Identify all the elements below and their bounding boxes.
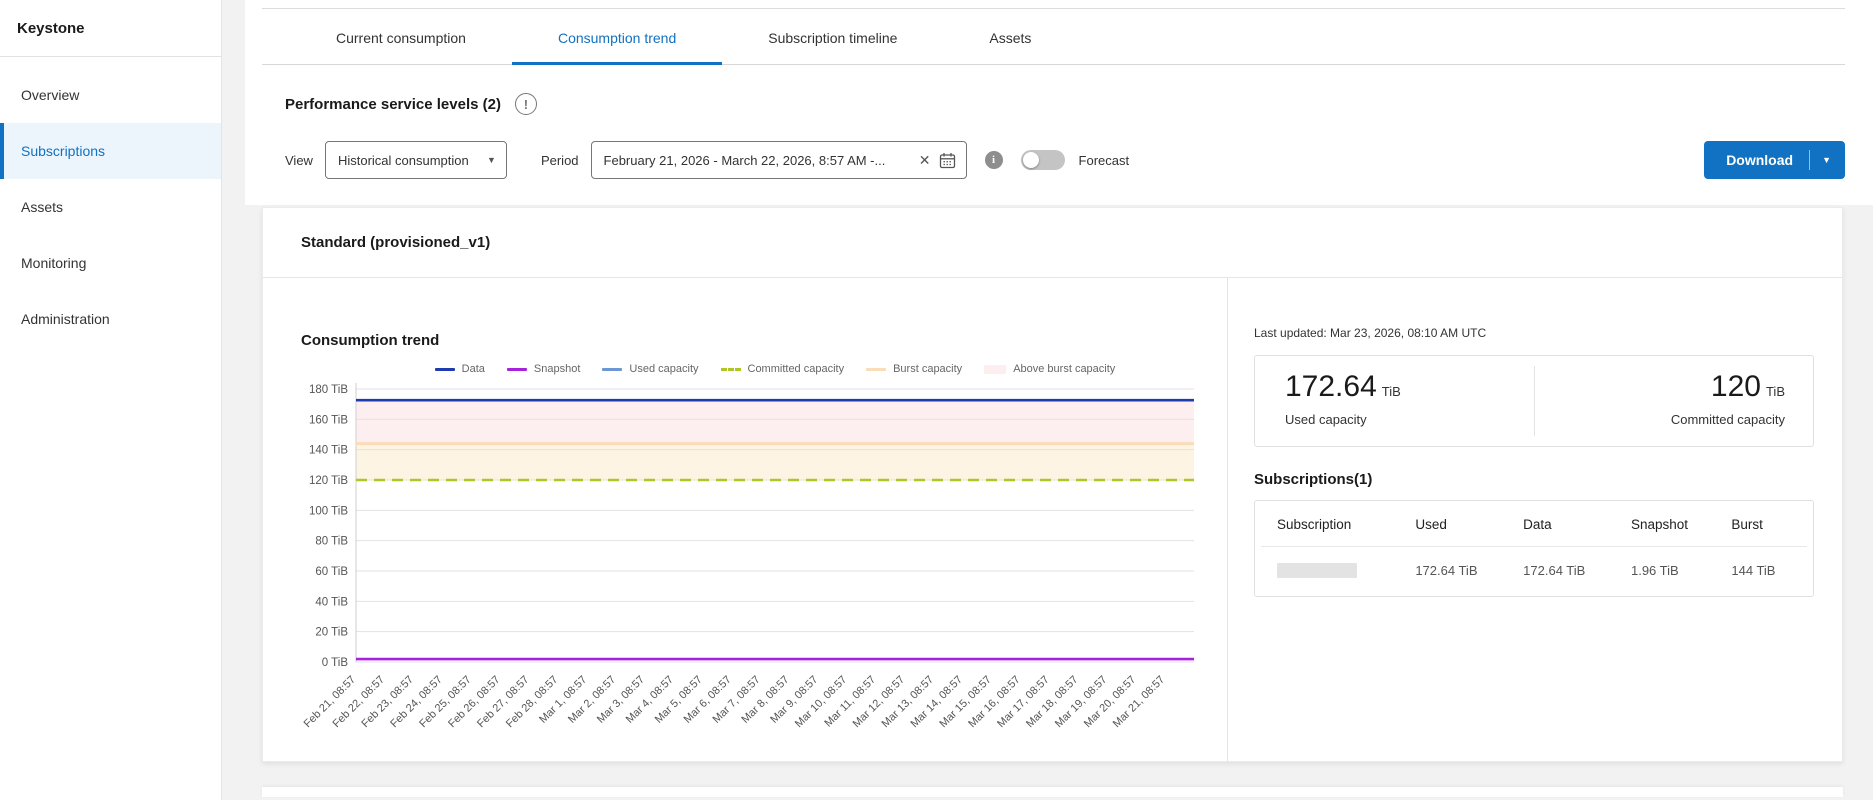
- tab-subscription-timeline[interactable]: Subscription timeline: [722, 9, 943, 65]
- y-tick-label: 0 TiB: [322, 657, 349, 669]
- legend-swatch: [507, 368, 527, 371]
- legend-label: Committed capacity: [748, 363, 845, 375]
- legend-label: Used capacity: [629, 363, 698, 375]
- y-tick-label: 180 TiB: [309, 384, 348, 396]
- table-row: 172.64 TiB172.64 TiB1.96 TiB144 TiB: [1261, 547, 1807, 597]
- cell-data: 172.64 TiB: [1517, 547, 1625, 597]
- y-tick-label: 20 TiB: [315, 627, 348, 639]
- y-tick-label: 140 TiB: [309, 445, 348, 457]
- legend-label: Above burst capacity: [1013, 363, 1115, 375]
- download-label: Download: [1726, 152, 1793, 168]
- cell-snapshot: 1.96 TiB: [1625, 547, 1725, 597]
- legend-item-snapshot[interactable]: Snapshot: [507, 363, 580, 375]
- sidebar-item-overview[interactable]: Overview: [0, 67, 221, 123]
- y-tick-label: 60 TiB: [315, 566, 348, 578]
- above-burst-region: [356, 400, 1194, 443]
- sidebar-item-monitoring[interactable]: Monitoring: [0, 235, 221, 291]
- section-title: Performance service levels (2): [285, 96, 501, 113]
- main-area: Current consumptionConsumption trendSubs…: [222, 0, 1873, 800]
- y-tick-label: 100 TiB: [309, 505, 348, 517]
- info-icon[interactable]: i: [985, 151, 1003, 169]
- used-capacity-unit: TiB: [1382, 384, 1401, 399]
- committed-capacity-label: Committed capacity: [1565, 412, 1786, 427]
- used-capacity-value: 172.64: [1285, 370, 1377, 403]
- redacted-subscription-name: [1277, 563, 1357, 578]
- legend-label: Snapshot: [534, 363, 580, 375]
- column-header-data: Data: [1517, 501, 1625, 547]
- chart-section: Consumption trend Data Snapshot Used capac…: [263, 278, 1228, 761]
- calendar-icon[interactable]: [939, 152, 956, 169]
- download-menu-caret-icon[interactable]: ▼: [1822, 155, 1831, 165]
- column-header-snapshot: Snapshot: [1625, 501, 1725, 547]
- y-tick-label: 160 TiB: [309, 414, 348, 426]
- top-panel: Current consumptionConsumption trendSubs…: [245, 0, 1873, 205]
- consumption-trend-chart: 0 TiB 20 TiB 40 TiB 60 TiB 80 TiB 100 TiB 120 …: [263, 375, 1213, 750]
- sidebar-item-assets[interactable]: Assets: [0, 179, 221, 235]
- tab-consumption-trend[interactable]: Consumption trend: [512, 9, 722, 65]
- button-divider: [1809, 150, 1810, 170]
- forecast-toggle[interactable]: [1021, 150, 1065, 170]
- used-capacity-stat: 172.64 TiB Used capacity: [1255, 356, 1534, 446]
- brand-title: Keystone: [0, 0, 221, 57]
- legend-swatch: [721, 368, 741, 371]
- next-section-edge: [262, 787, 1843, 797]
- period-value: February 21, 2026 - March 22, 2026, 8:57…: [604, 153, 911, 168]
- view-label: View: [285, 153, 313, 168]
- committed-capacity-unit: TiB: [1766, 384, 1785, 399]
- subscriptions-title: Subscriptions(1): [1254, 471, 1814, 488]
- committed-capacity-value: 120: [1711, 370, 1761, 403]
- top-divider: [262, 0, 1845, 9]
- subscriptions-table: SubscriptionUsedDataSnapshotBurst 172.64…: [1254, 500, 1814, 597]
- burst-region: [356, 444, 1194, 480]
- forecast-label: Forecast: [1079, 153, 1130, 168]
- cell-used: 172.64 TiB: [1409, 547, 1517, 597]
- view-select-value: Historical consumption: [338, 153, 487, 168]
- cell-burst: 144 TiB: [1725, 547, 1807, 597]
- alert-info-icon[interactable]: !: [515, 93, 537, 115]
- legend-item-committed-capacity[interactable]: Committed capacity: [721, 363, 845, 375]
- chart-legend: Data Snapshot Used capacity Committed capac…: [356, 363, 1194, 375]
- download-button[interactable]: Download ▼: [1704, 141, 1845, 179]
- capacity-stats-card: 172.64 TiB Used capacity 120 TiB Committed…: [1254, 355, 1814, 447]
- legend-item-used-capacity[interactable]: Used capacity: [602, 363, 698, 375]
- legend-item-data[interactable]: Data: [435, 363, 485, 375]
- period-input[interactable]: February 21, 2026 - March 22, 2026, 8:57…: [591, 141, 967, 179]
- tab-assets[interactable]: Assets: [943, 9, 1077, 65]
- chevron-down-icon: ▼: [487, 155, 496, 165]
- card-title: Standard (provisioned_v1): [263, 208, 1842, 278]
- legend-item-burst-capacity[interactable]: Burst capacity: [866, 363, 962, 375]
- tab-current-consumption[interactable]: Current consumption: [290, 9, 512, 65]
- sidebar-item-administration[interactable]: Administration: [0, 291, 221, 347]
- sidebar: Keystone OverviewSubscriptionsAssetsMoni…: [0, 0, 222, 800]
- last-updated-text: Last updated: Mar 23, 2026, 08:10 AM UTC: [1254, 326, 1814, 340]
- legend-swatch: [602, 368, 622, 371]
- committed-capacity-stat: 120 TiB Committed capacity: [1535, 356, 1814, 446]
- legend-swatch: [866, 368, 886, 371]
- legend-item-above-burst-capacity[interactable]: Above burst capacity: [984, 363, 1115, 375]
- tab-bar: Current consumptionConsumption trendSubs…: [262, 9, 1845, 65]
- chart-title: Consumption trend: [301, 332, 1227, 349]
- toggle-knob: [1023, 152, 1039, 168]
- service-level-card: Standard (provisioned_v1) Consumption tr…: [262, 207, 1843, 762]
- period-label: Period: [541, 153, 579, 168]
- cell-subscription: [1261, 547, 1409, 597]
- sidebar-nav: OverviewSubscriptionsAssetsMonitoringAdm…: [0, 57, 221, 347]
- y-tick-label: 120 TiB: [309, 475, 348, 487]
- legend-label: Burst capacity: [893, 363, 962, 375]
- column-header-subscription: Subscription: [1261, 501, 1409, 547]
- column-header-used: Used: [1409, 501, 1517, 547]
- y-tick-label: 40 TiB: [315, 596, 348, 608]
- x-tick-label: Mar 21, 08:57: [1111, 674, 1167, 730]
- column-header-burst: Burst: [1725, 501, 1807, 547]
- legend-swatch: [435, 368, 455, 371]
- legend-swatch: [984, 365, 1006, 374]
- used-capacity-label: Used capacity: [1285, 412, 1506, 427]
- clear-icon[interactable]: ✕: [911, 152, 939, 169]
- sidebar-item-subscriptions[interactable]: Subscriptions: [0, 123, 221, 179]
- y-tick-label: 80 TiB: [315, 536, 348, 548]
- legend-label: Data: [462, 363, 485, 375]
- controls-row: View Historical consumption ▼ Period Feb…: [285, 141, 1845, 179]
- view-select[interactable]: Historical consumption ▼: [325, 141, 507, 179]
- summary-panel: Last updated: Mar 23, 2026, 08:10 AM UTC…: [1228, 278, 1842, 761]
